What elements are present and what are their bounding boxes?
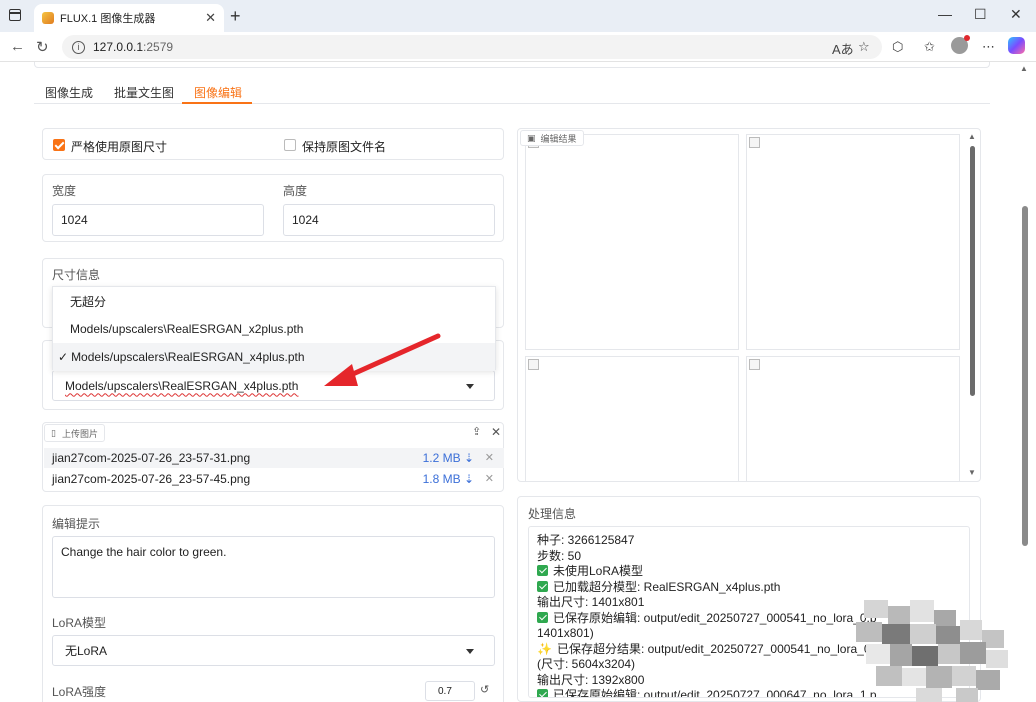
keep-filename-checkbox[interactable] — [284, 139, 296, 151]
reset-icon[interactable]: ↺ — [480, 683, 489, 696]
file-icon: ▯ — [51, 427, 56, 438]
gallery-scrollbar[interactable] — [970, 146, 975, 396]
upscaler-selected-value: Models/upscalers\RealESRGAN_x4plus.pth — [65, 378, 299, 393]
width-label: 宽度 — [52, 184, 77, 198]
image-icon: ▣ — [527, 132, 536, 143]
upload-label: 上传图片 — [61, 428, 98, 439]
favorites-list-icon[interactable]: ✩ — [924, 39, 935, 55]
broken-image-icon — [528, 359, 539, 370]
file-row[interactable]: jian27com-2025-07-26_23-57-31.png 1.2 MB… — [44, 448, 504, 468]
strict-size-label: 严格使用原图尺寸 — [71, 140, 168, 154]
prompt-card — [42, 505, 504, 702]
file-download-link[interactable]: 1.8 MB ⇣ — [423, 472, 474, 486]
upscaler-option-none[interactable]: 无超分 — [53, 287, 495, 315]
tab-actions-icon[interactable] — [9, 9, 21, 21]
height-label: 高度 — [283, 184, 308, 198]
upload-icon[interactable]: ⇪ — [472, 425, 481, 438]
check-mark-icon — [537, 611, 548, 623]
strict-size-checkbox[interactable] — [53, 139, 65, 151]
top-panel-edge — [34, 62, 990, 68]
lora-strength-label: LoRA强度 — [52, 685, 107, 699]
profile-avatar[interactable] — [951, 35, 970, 54]
log-line: 步数: 50 — [537, 548, 582, 563]
prompt-label: 编辑提示 — [52, 517, 101, 531]
results-label: 编辑结果 — [540, 133, 577, 144]
remove-file-icon[interactable]: ✕ — [485, 472, 494, 485]
results-tag: ▣ 编辑结果 — [520, 130, 584, 146]
page-scroll-up-icon[interactable]: ▲ — [1020, 64, 1028, 73]
selected-check-icon: ✓ — [58, 350, 69, 364]
file-name: jian27com-2025-07-26_23-57-31.png — [52, 451, 251, 465]
tab-batch-text-to-image[interactable]: 批量文生图 — [114, 84, 174, 101]
clear-upload-icon[interactable]: ✕ — [491, 425, 501, 439]
lora-chevron-down-icon[interactable] — [466, 649, 474, 654]
browser-tab-bar: FLUX.1 图像生成器 ✕ + — ☐ ✕ — [0, 0, 1036, 32]
close-window-icon[interactable]: ✕ — [1010, 6, 1022, 23]
height-input[interactable]: 1024 — [283, 204, 495, 236]
tab-image-edit[interactable]: 图像编辑 — [194, 84, 242, 101]
broken-image-icon — [749, 137, 760, 148]
pixelated-overlay — [856, 600, 1008, 702]
page-content: 图像生成 批量文生图 图像编辑 严格使用原图尺寸 保持原图文件名 宽度 1024… — [0, 62, 1036, 702]
page-scrollbar[interactable] — [1022, 206, 1028, 546]
extensions-icon[interactable]: ⬡ — [892, 39, 903, 55]
check-mark-icon — [537, 565, 548, 576]
result-image[interactable] — [525, 134, 739, 350]
keep-filename-label: 保持原图文件名 — [302, 140, 387, 154]
result-image[interactable] — [746, 134, 960, 350]
annotation-arrow-icon — [324, 333, 441, 386]
site-info-icon[interactable]: i — [72, 40, 85, 54]
scroll-down-icon[interactable]: ▼ — [968, 468, 976, 477]
result-image[interactable] — [525, 356, 739, 482]
log-line: 未使用LoRA模型 — [537, 564, 961, 580]
check-mark-icon — [537, 689, 548, 697]
size-info-label: 尺寸信息 — [52, 268, 101, 282]
sparkle-icon: ✨ — [537, 641, 552, 656]
scroll-up-icon[interactable]: ▲ — [968, 132, 976, 141]
result-image[interactable] — [746, 356, 960, 482]
maximize-icon[interactable]: ☐ — [974, 6, 987, 23]
broken-image-icon — [749, 359, 760, 370]
upscaler-chevron-down-icon[interactable] — [466, 384, 474, 389]
tab-image-generation[interactable]: 图像生成 — [45, 84, 93, 101]
file-name: jian27com-2025-07-26_23-57-45.png — [52, 472, 251, 486]
remove-file-icon[interactable]: ✕ — [485, 451, 494, 464]
check-mark-icon — [537, 580, 548, 592]
lora-model-label: LoRA模型 — [52, 616, 107, 630]
width-input[interactable]: 1024 — [52, 204, 264, 236]
close-tab-icon[interactable]: ✕ — [205, 10, 216, 26]
more-menu-icon[interactable]: ⋯ — [982, 39, 995, 55]
browser-tab-title: FLUX.1 图像生成器 — [60, 13, 156, 25]
main-tabs: 图像生成 批量文生图 图像编辑 — [34, 82, 990, 104]
url-text: 127.0.0.1:2579 — [93, 40, 174, 54]
process-label: 处理信息 — [528, 507, 577, 521]
refresh-icon[interactable]: ↻ — [36, 38, 49, 56]
options-card: 严格使用原图尺寸 保持原图文件名 — [42, 128, 504, 160]
address-bar-row: ← ↻ i 127.0.0.1:2579 Aあ ☆ ⬡ ✩ ⋯ — [0, 32, 1036, 62]
new-tab-icon[interactable]: + — [230, 6, 241, 27]
prompt-textarea[interactable]: Change the hair color to green. — [52, 536, 495, 598]
lora-model-select[interactable]: 无LoRA — [52, 635, 495, 666]
browser-tab[interactable]: FLUX.1 图像生成器 ✕ — [34, 4, 224, 32]
site-favicon-icon — [42, 12, 54, 24]
lora-strength-input[interactable]: 0.7 — [425, 681, 475, 701]
url-field[interactable]: i 127.0.0.1:2579 — [62, 35, 882, 59]
file-row[interactable]: jian27com-2025-07-26_23-57-45.png 1.8 MB… — [44, 469, 504, 489]
copilot-icon[interactable] — [1008, 37, 1025, 54]
active-tab-indicator — [182, 102, 252, 104]
log-line: 已加载超分模型: RealESRGAN_x4plus.pth — [537, 580, 961, 596]
file-download-link[interactable]: 1.2 MB ⇣ — [423, 451, 474, 465]
read-aloud-icon[interactable]: Aあ — [832, 39, 854, 58]
minimize-icon[interactable]: — — [938, 6, 952, 22]
back-icon[interactable]: ← — [10, 38, 25, 55]
upload-tag: ▯ 上传图片 — [44, 424, 105, 442]
log-line: 种子: 3266125847 — [537, 533, 635, 547]
favorite-star-icon[interactable]: ☆ — [858, 39, 870, 55]
